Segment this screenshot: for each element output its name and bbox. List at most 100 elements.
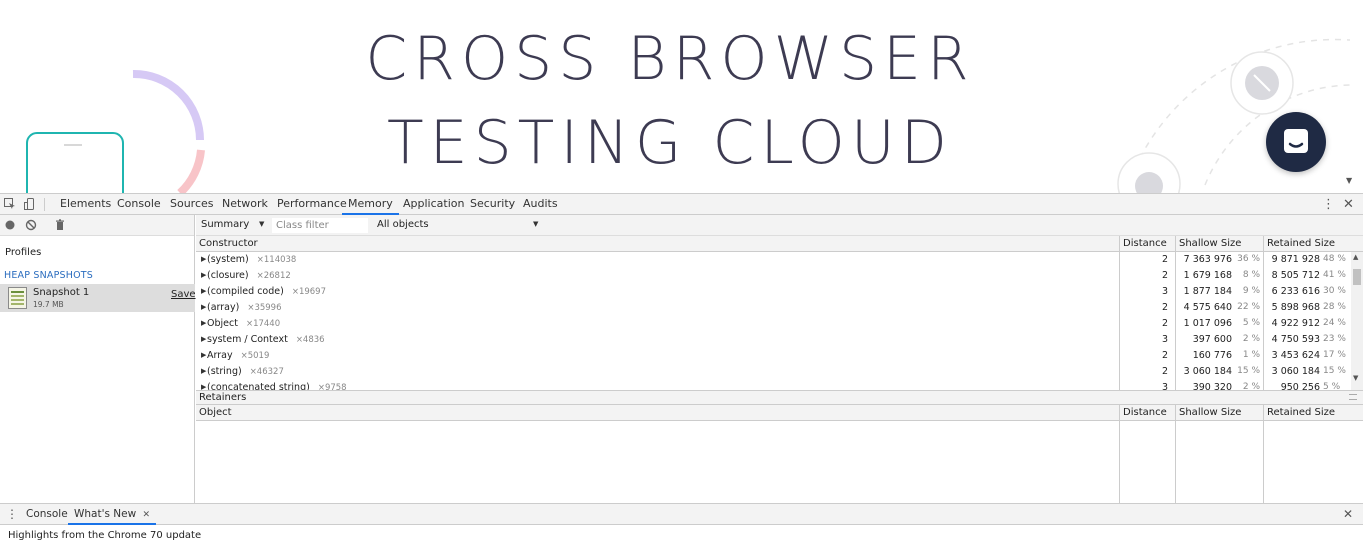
scroll-down-arrow-icon[interactable]: ▼: [1353, 374, 1358, 382]
table-row[interactable]: ▶ Object ×17440 2 1 017 096 5 % 4 922 912 24 %: [196, 316, 1351, 332]
constructor-label: system / Context: [207, 334, 288, 345]
grid-scrollbar[interactable]: ▲ ▼: [1351, 252, 1363, 390]
shallow-size-percent: 15 %: [1237, 366, 1260, 376]
retained-size-value: 6 233 616: [1271, 286, 1320, 297]
retained-size-percent: 28 %: [1323, 302, 1346, 312]
shallow-size-value: 1 679 168: [1183, 270, 1232, 281]
collect-garbage-icon[interactable]: [54, 219, 66, 231]
shallow-size-value: 390 320: [1192, 382, 1232, 390]
chat-widget-button[interactable]: [1266, 112, 1326, 172]
expand-triangle-icon[interactable]: ▶: [201, 255, 206, 263]
retainers-splitter[interactable]: Retainers: [196, 390, 1363, 405]
distance-value: 2: [1161, 254, 1168, 265]
col-object[interactable]: Object: [199, 407, 232, 418]
retainers-grid-header: Object Distance Shallow Size Retained Si…: [196, 405, 1363, 421]
objects-filter-select[interactable]: All objects: [377, 219, 429, 230]
memory-panel: Profiles HEAP SNAPSHOTS Snapshot 1 19.7 …: [0, 215, 1363, 503]
shallow-size-percent: 22 %: [1237, 302, 1260, 312]
col-distance[interactable]: Distance: [1123, 407, 1167, 418]
column-divider: [1175, 405, 1176, 503]
expand-triangle-icon[interactable]: ▶: [201, 303, 206, 311]
chat-icon: [1284, 129, 1308, 153]
retained-size-percent: 24 %: [1323, 318, 1346, 328]
tab-memory[interactable]: Memory: [342, 194, 399, 215]
retained-size-percent: 17 %: [1323, 350, 1346, 360]
whats-new-content: Highlights from the Chrome 70 update: [0, 525, 1363, 547]
col-distance[interactable]: Distance: [1123, 238, 1167, 249]
col-shallow-size[interactable]: Shallow Size: [1179, 407, 1241, 418]
class-filter-input[interactable]: [272, 218, 368, 233]
col-retained-size[interactable]: Retained Size: [1267, 238, 1335, 249]
table-row[interactable]: ▶ (system) ×114038 2 7 363 976 36 % 9 871 928 4…: [196, 252, 1351, 268]
table-row[interactable]: ▶ Array ×5019 2 160 776 1 % 3 453 624 17 %: [196, 348, 1351, 364]
view-select[interactable]: Summary: [201, 219, 249, 230]
col-constructor[interactable]: Constructor: [199, 238, 258, 249]
table-row[interactable]: ▶ system / Context ×4836 3 397 600 2 % 4 750 5…: [196, 332, 1351, 348]
expand-triangle-icon[interactable]: ▶: [201, 367, 206, 375]
snapshot-save-link[interactable]: Save: [171, 289, 196, 300]
tab-performance[interactable]: Performance: [271, 194, 353, 215]
drawer-tabbar: ⋮ Console What's New ✕ ✕: [0, 503, 1363, 525]
tab-console[interactable]: Console: [111, 194, 167, 215]
objects-select-arrow-icon[interactable]: ▼: [533, 220, 538, 228]
col-shallow-size[interactable]: Shallow Size: [1179, 238, 1241, 249]
table-row[interactable]: ▶ (compiled code) ×19697 3 1 877 184 9 % 6 233…: [196, 284, 1351, 300]
table-row[interactable]: ▶ (concatenated string) ×9758 3 390 320 2 % 95…: [196, 380, 1351, 390]
shallow-size-percent: 2 %: [1242, 334, 1260, 344]
drawer-tab-console[interactable]: Console: [20, 504, 74, 525]
tab-elements[interactable]: Elements: [54, 194, 117, 215]
snapshot-toolbar: Summary ▼ All objects ▼: [196, 215, 1363, 236]
constructor-grid-header: Constructor Distance Shallow Size Retain…: [196, 236, 1363, 252]
close-tab-icon[interactable]: ✕: [143, 510, 151, 520]
scroll-up-arrow-icon[interactable]: ▲: [1353, 253, 1358, 261]
devtools-tabbar: Elements Console Sources Network Perform…: [0, 194, 1363, 215]
distance-value: 2: [1161, 318, 1168, 329]
tab-sources[interactable]: Sources: [164, 194, 220, 215]
shallow-size-value: 1 877 184: [1183, 286, 1232, 297]
tab-application[interactable]: Application: [397, 194, 470, 215]
retained-size-percent: 48 %: [1323, 254, 1346, 264]
inspect-element-icon[interactable]: [4, 198, 16, 210]
tab-security[interactable]: Security: [464, 194, 521, 215]
table-row[interactable]: ▶ (array) ×35996 2 4 575 640 22 % 5 898 968 28 …: [196, 300, 1351, 316]
table-row[interactable]: ▶ (string) ×46327 2 3 060 184 15 % 3 060 184 15…: [196, 364, 1351, 380]
close-devtools-icon[interactable]: ✕: [1343, 197, 1354, 212]
drawer-tab-whats-new-label: What's New: [74, 508, 137, 520]
drawer-menu-icon[interactable]: ⋮: [6, 507, 18, 521]
constructor-name: (array) ×35996: [207, 302, 282, 313]
expand-triangle-icon[interactable]: ▶: [201, 383, 206, 390]
expand-triangle-icon[interactable]: ▶: [201, 271, 206, 279]
scroll-thumb[interactable]: [1353, 269, 1361, 285]
snapshot-item[interactable]: Snapshot 1 19.7 MB Save: [0, 284, 196, 312]
retained-size-value: 5 898 968: [1271, 302, 1320, 313]
tab-audits[interactable]: Audits: [517, 194, 564, 215]
drawer-tab-whats-new[interactable]: What's New ✕: [68, 504, 157, 525]
resize-grip-icon[interactable]: [1349, 394, 1357, 400]
expand-triangle-icon[interactable]: ▶: [201, 351, 206, 359]
more-options-icon[interactable]: ⋮: [1322, 197, 1335, 212]
instance-count: ×9758: [317, 383, 347, 390]
table-row[interactable]: ▶ (closure) ×26812 2 1 679 168 8 % 8 505 712 41…: [196, 268, 1351, 284]
snapshot-icon: [8, 287, 27, 309]
constructor-label: Array: [207, 350, 233, 361]
device-toolbar-icon[interactable]: [24, 198, 36, 210]
view-select-arrow-icon[interactable]: ▼: [259, 220, 264, 228]
devtools-panel: Elements Console Sources Network Perform…: [0, 193, 1363, 546]
close-drawer-icon[interactable]: ✕: [1343, 507, 1353, 521]
expand-triangle-icon[interactable]: ▶: [201, 287, 206, 295]
constructor-label: (system): [207, 254, 249, 265]
clear-icon[interactable]: [25, 219, 37, 231]
instance-count: ×5019: [240, 351, 270, 361]
webpage-viewport: CROSS BROWSER TESTING CLOUD ▼: [0, 0, 1363, 193]
instance-count: ×26812: [256, 271, 291, 281]
col-retained-size[interactable]: Retained Size: [1267, 407, 1335, 418]
record-icon[interactable]: [4, 219, 16, 231]
page-scroll-down-arrow[interactable]: ▼: [1346, 176, 1352, 185]
expand-triangle-icon[interactable]: ▶: [201, 335, 206, 343]
expand-triangle-icon[interactable]: ▶: [201, 319, 206, 327]
retained-size-value: 950 256: [1280, 382, 1320, 390]
constructor-name: (string) ×46327: [207, 366, 284, 377]
tab-network[interactable]: Network: [216, 194, 274, 215]
retainers-heading: Retainers: [199, 392, 247, 403]
constructor-label: Object: [207, 318, 238, 329]
